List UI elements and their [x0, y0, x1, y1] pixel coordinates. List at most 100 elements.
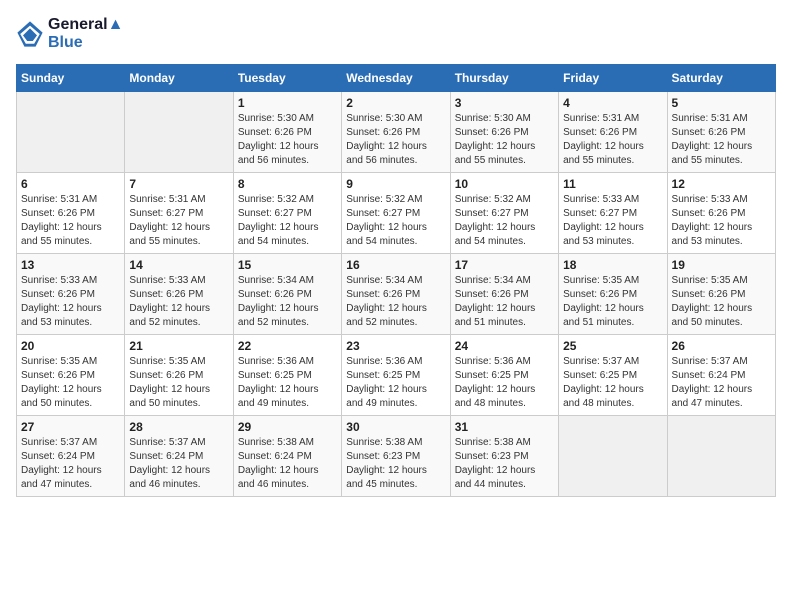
day-number: 24: [455, 339, 554, 353]
weekday-header-monday: Monday: [125, 65, 233, 92]
day-info: Sunrise: 5:31 AM Sunset: 6:26 PM Dayligh…: [563, 112, 662, 168]
calendar-cell: 16 Sunrise: 5:34 AM Sunset: 6:26 PM Dayli…: [342, 254, 450, 335]
day-info: Sunrise: 5:37 AM Sunset: 6:24 PM Dayligh…: [672, 355, 771, 411]
day-number: 31: [455, 420, 554, 434]
day-number: 8: [238, 177, 337, 191]
day-number: 1: [238, 96, 337, 110]
day-info: Sunrise: 5:36 AM Sunset: 6:25 PM Dayligh…: [455, 355, 554, 411]
day-info: Sunrise: 5:31 AM Sunset: 6:26 PM Dayligh…: [672, 112, 771, 168]
day-number: 9: [346, 177, 445, 191]
day-info: Sunrise: 5:32 AM Sunset: 6:27 PM Dayligh…: [346, 193, 445, 249]
day-info: Sunrise: 5:38 AM Sunset: 6:23 PM Dayligh…: [455, 436, 554, 492]
calendar-cell: [559, 416, 667, 497]
day-number: 11: [563, 177, 662, 191]
day-info: Sunrise: 5:31 AM Sunset: 6:26 PM Dayligh…: [21, 193, 120, 249]
day-info: Sunrise: 5:30 AM Sunset: 6:26 PM Dayligh…: [346, 112, 445, 168]
calendar-cell: 9 Sunrise: 5:32 AM Sunset: 6:27 PM Daylig…: [342, 173, 450, 254]
day-info: Sunrise: 5:37 AM Sunset: 6:25 PM Dayligh…: [563, 355, 662, 411]
calendar-cell: 27 Sunrise: 5:37 AM Sunset: 6:24 PM Dayli…: [17, 416, 125, 497]
weekday-header-tuesday: Tuesday: [233, 65, 341, 92]
logo-text: General▲ Blue: [48, 16, 123, 52]
day-number: 7: [129, 177, 228, 191]
day-info: Sunrise: 5:32 AM Sunset: 6:27 PM Dayligh…: [455, 193, 554, 249]
calendar-cell: 21 Sunrise: 5:35 AM Sunset: 6:26 PM Dayli…: [125, 335, 233, 416]
logo-icon: [16, 20, 44, 48]
calendar-cell: 24 Sunrise: 5:36 AM Sunset: 6:25 PM Dayli…: [450, 335, 558, 416]
calendar-cell: 11 Sunrise: 5:33 AM Sunset: 6:27 PM Dayli…: [559, 173, 667, 254]
calendar-cell: 6 Sunrise: 5:31 AM Sunset: 6:26 PM Daylig…: [17, 173, 125, 254]
day-number: 10: [455, 177, 554, 191]
calendar-cell: 3 Sunrise: 5:30 AM Sunset: 6:26 PM Daylig…: [450, 92, 558, 173]
day-number: 27: [21, 420, 120, 434]
calendar-cell: 13Sunrise: 5:33 AM Sunset: 6:26 PM Dayli…: [17, 254, 125, 335]
day-number: 15: [238, 258, 337, 272]
day-info: Sunrise: 5:35 AM Sunset: 6:26 PM Dayligh…: [129, 355, 228, 411]
calendar-cell: 12 Sunrise: 5:33 AM Sunset: 6:26 PM Dayli…: [667, 173, 775, 254]
weekday-header-thursday: Thursday: [450, 65, 558, 92]
day-info: Sunrise: 5:33 AM Sunset: 6:26 PM Dayligh…: [129, 274, 228, 330]
day-number: 22: [238, 339, 337, 353]
day-number: 18: [563, 258, 662, 272]
calendar-cell: 31 Sunrise: 5:38 AM Sunset: 6:23 PM Dayli…: [450, 416, 558, 497]
day-number: 6: [21, 177, 120, 191]
calendar-cell: [667, 416, 775, 497]
day-number: 29: [238, 420, 337, 434]
page-header: General▲ Blue: [16, 16, 776, 52]
day-info: Sunrise: 5:33 AM Sunset: 6:27 PM Dayligh…: [563, 193, 662, 249]
day-number: 12: [672, 177, 771, 191]
day-number: 4: [563, 96, 662, 110]
day-number: 5: [672, 96, 771, 110]
calendar-cell: 20 Sunrise: 5:35 AM Sunset: 6:26 PM Dayli…: [17, 335, 125, 416]
day-number: 19: [672, 258, 771, 272]
calendar-table: SundayMondayTuesdayWednesdayThursdayFrid…: [16, 64, 776, 497]
day-info: Sunrise: 5:38 AM Sunset: 6:23 PM Dayligh…: [346, 436, 445, 492]
calendar-cell: 22 Sunrise: 5:36 AM Sunset: 6:25 PM Dayli…: [233, 335, 341, 416]
weekday-header-friday: Friday: [559, 65, 667, 92]
day-number: 2: [346, 96, 445, 110]
calendar-cell: 19 Sunrise: 5:35 AM Sunset: 6:26 PM Dayli…: [667, 254, 775, 335]
calendar-cell: 10 Sunrise: 5:32 AM Sunset: 6:27 PM Dayli…: [450, 173, 558, 254]
calendar-cell: 7Sunrise: 5:31 AM Sunset: 6:27 PM Daylig…: [125, 173, 233, 254]
calendar-cell: 23 Sunrise: 5:36 AM Sunset: 6:25 PM Dayli…: [342, 335, 450, 416]
day-number: 23: [346, 339, 445, 353]
day-info: Sunrise: 5:33 AM Sunset: 6:26 PM Dayligh…: [672, 193, 771, 249]
calendar-cell: 14 Sunrise: 5:33 AM Sunset: 6:26 PM Dayli…: [125, 254, 233, 335]
day-info: Sunrise: 5:37 AM Sunset: 6:24 PM Dayligh…: [21, 436, 120, 492]
day-info: Sunrise: 5:35 AM Sunset: 6:26 PM Dayligh…: [672, 274, 771, 330]
day-info: Sunrise: 5:32 AM Sunset: 6:27 PM Dayligh…: [238, 193, 337, 249]
calendar-cell: 17 Sunrise: 5:34 AM Sunset: 6:26 PM Dayli…: [450, 254, 558, 335]
day-info: Sunrise: 5:30 AM Sunset: 6:26 PM Dayligh…: [238, 112, 337, 168]
day-number: 16: [346, 258, 445, 272]
day-info: Sunrise: 5:34 AM Sunset: 6:26 PM Dayligh…: [455, 274, 554, 330]
day-number: 3: [455, 96, 554, 110]
weekday-header-sunday: Sunday: [17, 65, 125, 92]
calendar-cell: 25 Sunrise: 5:37 AM Sunset: 6:25 PM Dayli…: [559, 335, 667, 416]
day-number: 20: [21, 339, 120, 353]
calendar-cell: [17, 92, 125, 173]
day-number: 25: [563, 339, 662, 353]
day-number: 17: [455, 258, 554, 272]
day-info: Sunrise: 5:35 AM Sunset: 6:26 PM Dayligh…: [563, 274, 662, 330]
day-info: Sunrise: 5:36 AM Sunset: 6:25 PM Dayligh…: [346, 355, 445, 411]
weekday-header-saturday: Saturday: [667, 65, 775, 92]
day-number: 21: [129, 339, 228, 353]
day-number: 28: [129, 420, 228, 434]
day-number: 26: [672, 339, 771, 353]
day-info: Sunrise: 5:33 AM Sunset: 6:26 PM Dayligh…: [21, 274, 120, 330]
day-info: Sunrise: 5:36 AM Sunset: 6:25 PM Dayligh…: [238, 355, 337, 411]
logo: General▲ Blue: [16, 16, 123, 52]
calendar-cell: 4 Sunrise: 5:31 AM Sunset: 6:26 PM Daylig…: [559, 92, 667, 173]
day-info: Sunrise: 5:30 AM Sunset: 6:26 PM Dayligh…: [455, 112, 554, 168]
calendar-cell: 29Sunrise: 5:38 AM Sunset: 6:24 PM Dayli…: [233, 416, 341, 497]
calendar-cell: 26 Sunrise: 5:37 AM Sunset: 6:24 PM Dayli…: [667, 335, 775, 416]
calendar-cell: 18 Sunrise: 5:35 AM Sunset: 6:26 PM Dayli…: [559, 254, 667, 335]
day-info: Sunrise: 5:35 AM Sunset: 6:26 PM Dayligh…: [21, 355, 120, 411]
day-info: Sunrise: 5:37 AM Sunset: 6:24 PM Dayligh…: [129, 436, 228, 492]
day-info: Sunrise: 5:34 AM Sunset: 6:26 PM Dayligh…: [346, 274, 445, 330]
calendar-cell: 8 Sunrise: 5:32 AM Sunset: 6:27 PM Daylig…: [233, 173, 341, 254]
calendar-cell: 28 Sunrise: 5:37 AM Sunset: 6:24 PM Dayli…: [125, 416, 233, 497]
calendar-cell: 1 Sunrise: 5:30 AM Sunset: 6:26 PM Daylig…: [233, 92, 341, 173]
day-number: 14: [129, 258, 228, 272]
calendar-cell: 15Sunrise: 5:34 AM Sunset: 6:26 PM Dayli…: [233, 254, 341, 335]
calendar-cell: 30Sunrise: 5:38 AM Sunset: 6:23 PM Dayli…: [342, 416, 450, 497]
